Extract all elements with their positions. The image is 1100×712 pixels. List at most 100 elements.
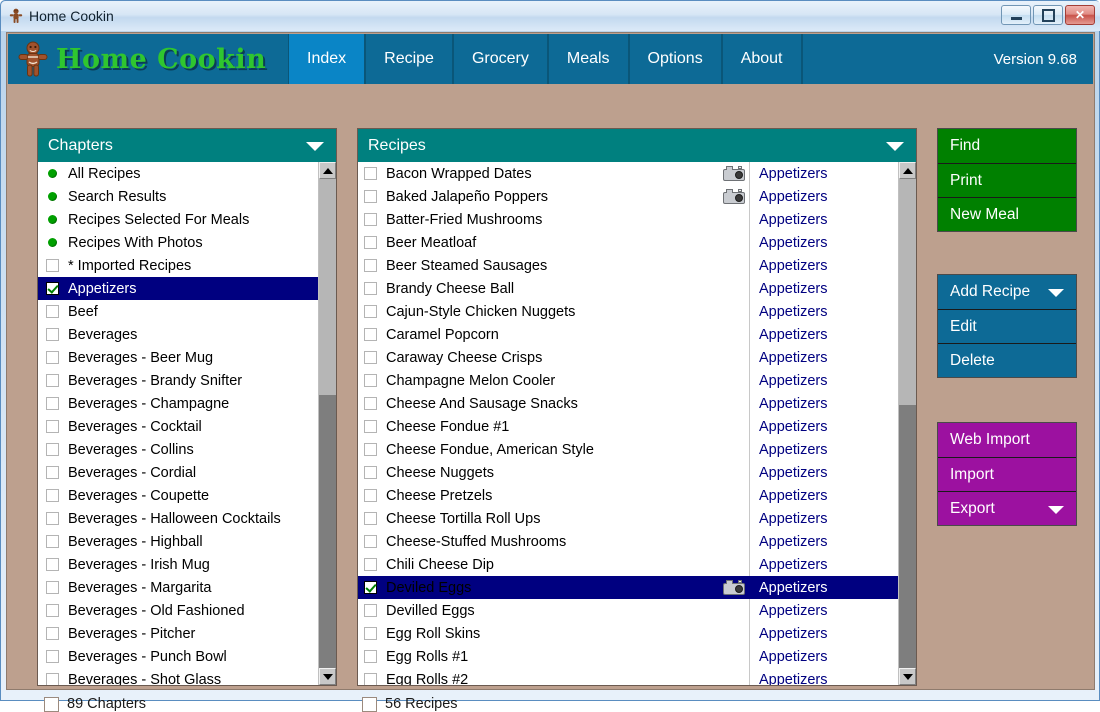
- new-meal-button[interactable]: New Meal: [938, 197, 1076, 231]
- chapter-list-item[interactable]: Recipes Selected For Meals: [38, 208, 318, 231]
- recipes-scroll-up-button[interactable]: [899, 162, 916, 179]
- chapter-checkbox[interactable]: [46, 627, 59, 640]
- chapter-list-item[interactable]: Appetizers: [38, 277, 318, 300]
- chapter-list-item[interactable]: Beverages: [38, 323, 318, 346]
- recipes-select-all-checkbox[interactable]: [362, 696, 377, 712]
- recipe-list-item[interactable]: Egg Rolls #2 Appetizers: [358, 668, 898, 685]
- recipe-list-item[interactable]: Cheese And Sausage Snacks Appetizers: [358, 392, 898, 415]
- chapters-panel-header[interactable]: Chapters: [38, 129, 336, 162]
- recipe-checkbox[interactable]: [364, 305, 377, 318]
- recipe-list-item[interactable]: Cajun-Style Chicken Nuggets Appetizers: [358, 300, 898, 323]
- recipe-list-item[interactable]: Egg Rolls #1 Appetizers: [358, 645, 898, 668]
- recipe-list-item[interactable]: Champagne Melon Cooler Appetizers: [358, 369, 898, 392]
- edit-button[interactable]: Edit: [938, 309, 1076, 343]
- chapters-scroll-down-button[interactable]: [319, 668, 336, 685]
- chapter-list-item[interactable]: Beverages - Pitcher: [38, 622, 318, 645]
- chapter-checkbox[interactable]: [46, 558, 59, 571]
- tab-grocery[interactable]: Grocery: [452, 34, 548, 84]
- chapter-checkbox[interactable]: [46, 305, 59, 318]
- chapter-list-item[interactable]: Beverages - Coupette: [38, 484, 318, 507]
- chapter-list-item[interactable]: Beverages - Champagne: [38, 392, 318, 415]
- tab-about[interactable]: About: [721, 34, 802, 84]
- chapter-list-item[interactable]: Beverages - Cordial: [38, 461, 318, 484]
- chapter-list-item[interactable]: Beverages - Punch Bowl: [38, 645, 318, 668]
- maximize-button[interactable]: [1033, 5, 1063, 25]
- recipe-checkbox[interactable]: [364, 673, 377, 685]
- tab-options[interactable]: Options: [628, 34, 722, 84]
- recipes-panel-header[interactable]: Recipes: [358, 129, 916, 162]
- chapter-checkbox[interactable]: [46, 420, 59, 433]
- minimize-button[interactable]: [1001, 5, 1031, 25]
- chapters-scrollbar[interactable]: [318, 162, 336, 685]
- recipe-list-item[interactable]: Chili Cheese Dip Appetizers: [358, 553, 898, 576]
- recipe-list-item[interactable]: Cheese Nuggets Appetizers: [358, 461, 898, 484]
- recipe-checkbox[interactable]: [364, 236, 377, 249]
- chapters-select-all-checkbox[interactable]: [44, 696, 59, 712]
- chapter-list-item[interactable]: Beverages - Collins: [38, 438, 318, 461]
- chapter-checkbox[interactable]: [46, 328, 59, 341]
- chapters-scroll-up-button[interactable]: [319, 162, 336, 179]
- recipe-checkbox[interactable]: [364, 489, 377, 502]
- recipe-checkbox[interactable]: [364, 443, 377, 456]
- export-button[interactable]: Export: [938, 491, 1076, 525]
- chevron-down-icon[interactable]: [1048, 506, 1064, 514]
- recipe-checkbox[interactable]: [364, 397, 377, 410]
- recipe-checkbox[interactable]: [364, 627, 377, 640]
- recipe-list-item[interactable]: Brandy Cheese Ball Appetizers: [358, 277, 898, 300]
- recipe-list-item[interactable]: Batter-Fried Mushrooms Appetizers: [358, 208, 898, 231]
- web-import-button[interactable]: Web Import: [938, 423, 1076, 457]
- recipes-list[interactable]: Bacon Wrapped Dates Appetizers Baked Jalap…: [358, 162, 898, 685]
- chapter-checkbox[interactable]: [46, 650, 59, 663]
- recipe-checkbox[interactable]: [364, 558, 377, 571]
- chapter-list-item[interactable]: Beverages - Irish Mug: [38, 553, 318, 576]
- add-recipe-button[interactable]: Add Recipe: [938, 275, 1076, 309]
- recipe-checkbox[interactable]: [364, 167, 377, 180]
- find-button[interactable]: Find: [938, 129, 1076, 163]
- chapter-list-item[interactable]: Search Results: [38, 185, 318, 208]
- recipe-list-item[interactable]: Caraway Cheese Crisps Appetizers: [358, 346, 898, 369]
- chapters-scrollbar-thumb[interactable]: [319, 179, 336, 396]
- chapter-list-item[interactable]: Beverages - Margarita: [38, 576, 318, 599]
- recipe-list-item[interactable]: Devilled Eggs Appetizers: [358, 599, 898, 622]
- recipe-list-item[interactable]: Egg Roll Skins Appetizers: [358, 622, 898, 645]
- recipe-list-item[interactable]: Baked Jalapeño Poppers Appetizers: [358, 185, 898, 208]
- tab-recipe[interactable]: Recipe: [365, 34, 453, 84]
- chapter-list-item[interactable]: Beverages - Beer Mug: [38, 346, 318, 369]
- chapter-checkbox[interactable]: [46, 443, 59, 456]
- chapter-checkbox[interactable]: [46, 466, 59, 479]
- recipe-checkbox[interactable]: [364, 512, 377, 525]
- recipe-list-item[interactable]: Cheese Fondue #1 Appetizers: [358, 415, 898, 438]
- import-button[interactable]: Import: [938, 457, 1076, 491]
- recipe-checkbox[interactable]: [364, 650, 377, 663]
- recipe-checkbox[interactable]: [364, 259, 377, 272]
- chapter-checkbox[interactable]: [46, 604, 59, 617]
- recipe-checkbox[interactable]: [364, 581, 377, 594]
- chapter-list-item[interactable]: Beverages - Brandy Snifter: [38, 369, 318, 392]
- tab-meals[interactable]: Meals: [547, 34, 629, 84]
- recipe-checkbox[interactable]: [364, 282, 377, 295]
- chapter-checkbox[interactable]: [46, 581, 59, 594]
- chapter-checkbox[interactable]: [46, 673, 59, 685]
- chapter-list-item[interactable]: Recipes With Photos: [38, 231, 318, 254]
- recipe-list-item[interactable]: Cheese-Stuffed Mushrooms Appetizers: [358, 530, 898, 553]
- chapter-list-item[interactable]: Beef: [38, 300, 318, 323]
- recipe-list-item[interactable]: Cheese Tortilla Roll Ups Appetizers: [358, 507, 898, 530]
- chapters-list[interactable]: All Recipes Search Results Recipes Selecte…: [38, 162, 318, 685]
- chevron-down-icon[interactable]: [886, 142, 904, 151]
- recipe-list-item[interactable]: Beer Steamed Sausages Appetizers: [358, 254, 898, 277]
- recipe-list-item[interactable]: Cheese Pretzels Appetizers: [358, 484, 898, 507]
- chevron-down-icon[interactable]: [306, 142, 324, 151]
- print-button[interactable]: Print: [938, 163, 1076, 197]
- recipe-checkbox[interactable]: [364, 190, 377, 203]
- recipe-checkbox[interactable]: [364, 351, 377, 364]
- chapter-list-item[interactable]: Beverages - Highball: [38, 530, 318, 553]
- chapter-checkbox[interactable]: [46, 374, 59, 387]
- chapter-checkbox[interactable]: [46, 351, 59, 364]
- recipe-checkbox[interactable]: [364, 328, 377, 341]
- recipe-checkbox[interactable]: [364, 535, 377, 548]
- recipe-list-item[interactable]: Beer Meatloaf Appetizers: [358, 231, 898, 254]
- chapter-list-item[interactable]: All Recipes: [38, 162, 318, 185]
- chapter-list-item[interactable]: Beverages - Old Fashioned: [38, 599, 318, 622]
- chapter-checkbox[interactable]: [46, 512, 59, 525]
- chapter-checkbox[interactable]: [46, 535, 59, 548]
